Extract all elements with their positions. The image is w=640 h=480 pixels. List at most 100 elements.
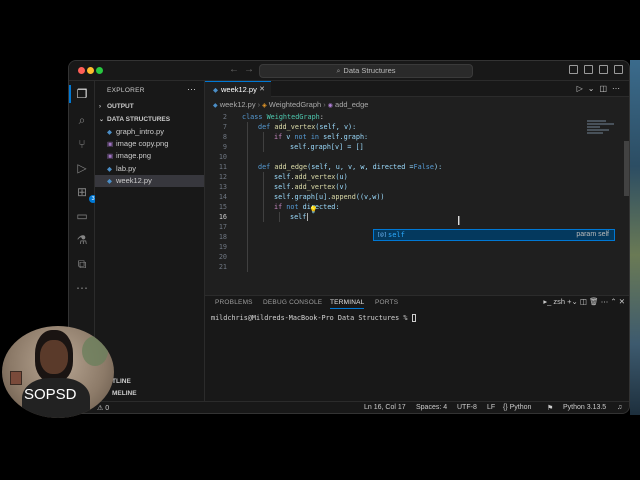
run-debug-icon[interactable]: ▷ <box>75 161 89 175</box>
line-text: self.add_vertex(u) <box>274 173 348 181</box>
panel-actions: ▸_ zsh +⌄ ◫ 🗑 ⋯ ⌃ ✕ <box>543 297 625 306</box>
toggle-panel-icon[interactable] <box>599 65 608 74</box>
explorer-sidebar: EXPLORER ⋯ › OUTPUT ⌄ DATA STRUCTURES ◆ gra… <box>95 81 205 401</box>
code-line: 11 def add_edge(self, u, v, w, directed =… <box>205 162 585 172</box>
title-bar: ← → ⌕ Data Structures <box>69 61 629 81</box>
code-line: 15 if not directed: <box>205 202 585 212</box>
code-line: 7 def add_vertex(self, v): <box>205 122 585 132</box>
tree-view-icon[interactable]: ⧉ <box>75 257 89 271</box>
line-number: 19 <box>218 243 227 251</box>
more-actions-icon[interactable]: ⋯ <box>601 297 609 306</box>
folder-section[interactable]: ⌄ DATA STRUCTURES <box>99 116 170 123</box>
line-number: 8 <box>222 133 227 141</box>
breadcrumb-method[interactable]: add_edge <box>335 100 368 109</box>
vscode-window: ← → ⌕ Data Structures ❐ ⌕ ⑂ ▷ ⊞ 3 ▭ ⚗ ⧉ ⋯… <box>68 60 630 414</box>
chevron-down-icon: ⌄ <box>99 117 105 123</box>
tab-problems[interactable]: PROBLEMS <box>215 299 253 306</box>
image-file-icon: ▣ <box>107 153 114 160</box>
line-number: 2 <box>222 113 227 121</box>
search-icon[interactable]: ⌕ <box>75 113 89 127</box>
tab-ports[interactable]: PORTS <box>375 299 398 306</box>
code-line: 12 self.add_vertex(u) <box>205 172 585 182</box>
minimap[interactable] <box>587 120 619 140</box>
python-file-icon: ◆ <box>107 178 112 185</box>
tab-debug-console[interactable]: DEBUG CONSOLE <box>263 299 322 306</box>
line-text: class WeightedGraph: <box>242 113 324 121</box>
file-item[interactable]: ◆ lab.py <box>95 163 204 175</box>
file-name: image copy.png <box>116 139 169 148</box>
more-actions-icon[interactable]: ⋯ <box>187 84 196 95</box>
run-icon[interactable]: ⚑ <box>547 404 553 412</box>
run-file-icon[interactable]: ▷ <box>577 84 588 93</box>
code-line: 2 class WeightedGraph: <box>205 112 585 122</box>
kill-terminal-icon[interactable]: 🗑 <box>589 297 599 306</box>
folder-section-label: DATA STRUCTURES <box>107 116 171 123</box>
split-terminal-icon[interactable]: ◫ <box>580 297 587 306</box>
remote-explorer-icon[interactable]: ▭ <box>75 209 89 223</box>
code-line: 13 self.add_vertex(v) <box>205 182 585 192</box>
text-cursor-icon: I <box>457 214 461 228</box>
active-indicator <box>69 85 71 103</box>
copilot-icon[interactable] <box>569 65 578 74</box>
suggestion-label: self <box>388 231 405 239</box>
bottom-panel: PROBLEMS DEBUG CONSOLE TERMINAL PORTS ▸_… <box>205 295 629 401</box>
customize-layout-icon[interactable] <box>614 65 623 74</box>
back-arrow-icon[interactable]: ← <box>229 64 239 75</box>
tab-week12[interactable]: ◆ week12.py ✕ <box>205 81 271 97</box>
breadcrumb-file[interactable]: week12.py <box>220 100 256 109</box>
notifications-icon[interactable]: ♫ <box>617 404 622 411</box>
code-line: 21 <box>205 262 585 272</box>
cursor-position[interactable]: Ln 16, Col 17 <box>364 404 406 411</box>
tab-terminal[interactable]: TERMINAL <box>330 299 365 309</box>
editor-scrollbar[interactable] <box>624 141 629 196</box>
autocomplete-suggestion[interactable]: [@] self param self <box>373 229 615 241</box>
zoom-window-button[interactable] <box>96 67 103 74</box>
language-mode[interactable]: {} Python <box>503 404 531 411</box>
toggle-sidebar-icon[interactable] <box>584 65 593 74</box>
outline-section-label[interactable]: TLINE MELINE <box>112 378 137 397</box>
line-number: 18 <box>218 233 227 241</box>
method-symbol-icon: ◉ <box>327 103 333 109</box>
file-item-selected[interactable]: ◆ week12.py <box>95 175 204 187</box>
line-text: def add_edge(self, u, v, w, directed =Fa… <box>258 163 443 171</box>
minimap-line <box>587 132 603 134</box>
code-line: 9 self.graph[v] = [] <box>205 142 585 152</box>
line-number: 12 <box>218 173 227 181</box>
line-number: 20 <box>218 253 227 261</box>
output-section[interactable]: › OUTPUT <box>99 103 134 110</box>
close-tab-icon[interactable]: ✕ <box>259 82 265 97</box>
problems-indicator[interactable]: ⚠ 0 <box>97 404 109 412</box>
command-center[interactable]: ⌕ Data Structures <box>259 64 473 78</box>
class-symbol-icon: ◈ <box>262 103 267 109</box>
line-number: 9 <box>222 143 227 151</box>
line-number: 21 <box>218 263 227 271</box>
file-item[interactable]: ▣ image.png <box>95 150 204 162</box>
maximize-panel-icon[interactable]: ⌃ <box>610 297 616 306</box>
python-interpreter[interactable]: Python 3.13.5 <box>563 404 606 411</box>
terminal-prompt[interactable]: mildchris@Mildreds-MacBook-Pro Data Stru… <box>211 314 416 322</box>
encoding[interactable]: UTF-8 <box>457 404 477 411</box>
more-actions-icon[interactable]: ⋯ <box>612 84 625 93</box>
line-number: 17 <box>218 223 227 231</box>
indentation[interactable]: Spaces: 4 <box>416 404 447 411</box>
more-icon[interactable]: ⋯ <box>75 281 89 295</box>
testing-icon[interactable]: ⚗ <box>75 233 89 247</box>
overlay-label: SOPSD <box>24 386 77 403</box>
dropdown-icon[interactable]: ⌄ <box>588 84 600 93</box>
minimize-window-button[interactable] <box>87 67 94 74</box>
line-ending[interactable]: LF <box>487 404 495 411</box>
split-editor-icon[interactable]: ◫ <box>599 84 612 93</box>
breadcrumb-class[interactable]: WeightedGraph <box>269 100 321 109</box>
source-control-icon[interactable]: ⑂ <box>75 137 89 151</box>
lightbulb-icon[interactable]: 💡 <box>309 206 318 214</box>
forward-arrow-icon[interactable]: → <box>244 64 254 75</box>
new-terminal-icon[interactable]: +⌄ <box>567 297 578 306</box>
explorer-icon[interactable]: ❐ <box>75 87 89 101</box>
status-bar: ⚠ 0 Ln 16, Col 17 Spaces: 4 UTF-8 LF {} … <box>69 401 629 413</box>
terminal-cursor <box>411 314 416 322</box>
file-item[interactable]: ◆ graph_intro.py <box>95 126 204 138</box>
extensions-icon[interactable]: ⊞ 3 <box>75 185 97 203</box>
close-window-button[interactable] <box>78 67 85 74</box>
file-item[interactable]: ▣ image copy.png <box>95 138 204 150</box>
close-panel-icon[interactable]: ✕ <box>619 297 625 306</box>
